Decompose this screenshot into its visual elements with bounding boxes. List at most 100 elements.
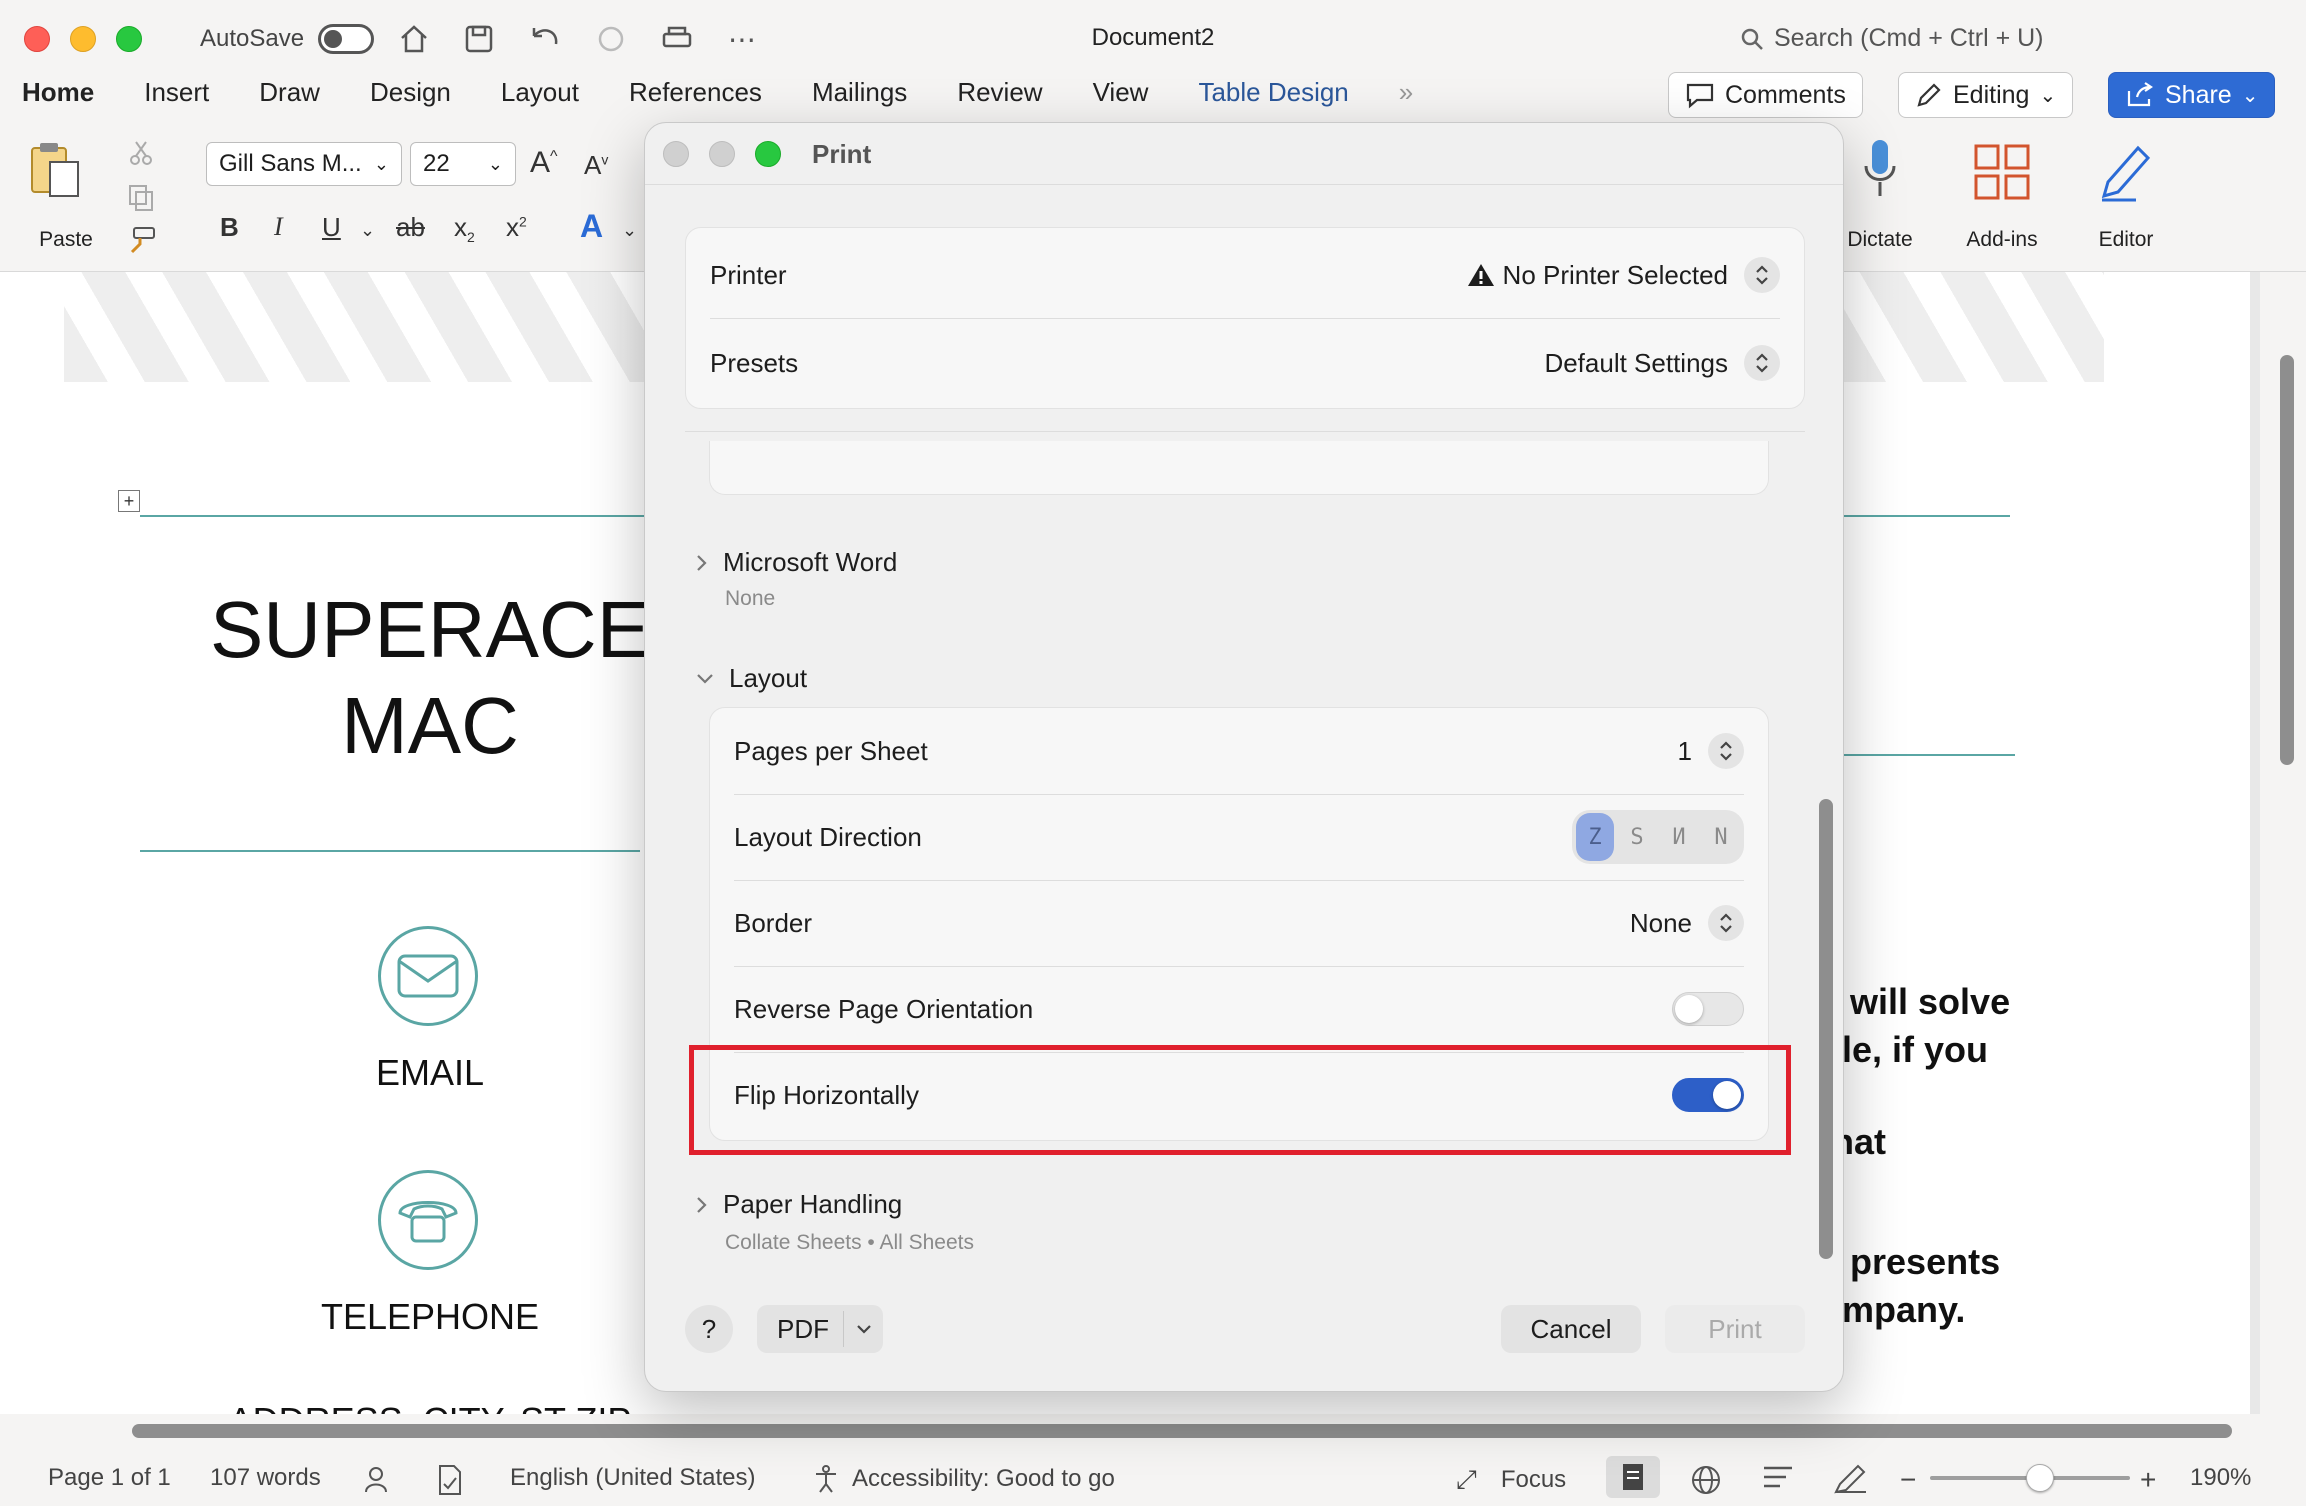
dialog-minimize-button[interactable]	[709, 141, 735, 167]
chevron-right-icon	[697, 554, 707, 571]
reverse-page-orientation-row: Reverse Page Orientation	[710, 966, 1768, 1052]
tab-insert[interactable]: Insert	[144, 74, 233, 118]
layout-direction-option-n-reversed[interactable]: N	[1660, 813, 1698, 861]
search-box[interactable]: Search (Cmd + Ctrl + U)	[1740, 24, 2044, 53]
strikethrough-icon[interactable]: ab	[396, 212, 425, 243]
tab-layout[interactable]: Layout	[501, 74, 603, 118]
layout-section-label: Layout	[729, 663, 808, 693]
comments-button[interactable]: Comments	[1668, 72, 1863, 118]
presets-row[interactable]: Presets Default Settings	[686, 320, 1804, 406]
bold-icon[interactable]: B	[220, 212, 239, 243]
zoom-out-button[interactable]: −	[1900, 1464, 1916, 1496]
zoom-in-button[interactable]: +	[2140, 1464, 2156, 1496]
printer-row[interactable]: Printer No Printer Selected	[686, 232, 1804, 318]
printer-settings-card: Printer No Printer Selected Presets Defa…	[685, 227, 1805, 409]
print-button[interactable]: Print	[1665, 1305, 1805, 1353]
subscript-icon[interactable]: x2	[454, 212, 475, 245]
print-layout-view-icon[interactable]	[1606, 1456, 1660, 1498]
chevron-down-icon[interactable]: ⌄	[360, 220, 375, 241]
border-value: None	[1629, 907, 1692, 938]
editing-mode-button[interactable]: Editing ⌄	[1898, 72, 2074, 118]
layout-direction-option-s[interactable]: S	[1618, 813, 1656, 861]
pages-per-sheet-stepper-icon[interactable]	[1708, 733, 1744, 769]
comments-label: Comments	[1725, 80, 1846, 109]
superscript-icon[interactable]: x2	[506, 212, 527, 243]
paper-handling-sub: Collate Sheets • All Sheets	[725, 1231, 974, 1254]
word-count[interactable]: 107 words	[210, 1464, 321, 1492]
tab-references[interactable]: References	[629, 74, 786, 118]
microphone-icon	[1864, 140, 1896, 196]
pdf-menu-button[interactable]: PDF	[757, 1305, 883, 1353]
font-name-select[interactable]: Gill Sans M... ⌄	[206, 142, 402, 186]
language-status[interactable]: English (United States)	[510, 1464, 755, 1492]
presets-stepper-icon[interactable]	[1744, 345, 1780, 381]
tab-draw[interactable]: Draw	[259, 74, 344, 118]
document-horizontal-scrollbar[interactable]	[132, 1424, 2232, 1438]
underline-icon[interactable]: U	[322, 212, 341, 243]
paper-handling-section-toggle[interactable]: Paper Handling	[695, 1189, 902, 1220]
proofing-icon[interactable]	[434, 1464, 464, 1496]
share-button[interactable]: Share ⌄	[2108, 72, 2276, 118]
pencil-icon	[1917, 83, 1941, 107]
italic-icon[interactable]: I	[274, 212, 283, 242]
presets-value: Default Settings	[1544, 347, 1728, 378]
chevron-down-icon: ⌄	[2039, 84, 2057, 107]
dialog-scrollbar[interactable]	[1819, 799, 1833, 1259]
body-text-fragment: y presents	[1820, 1241, 2001, 1282]
accessibility-label: Accessibility: Good to go	[852, 1465, 1115, 1492]
increase-font-size-icon[interactable]: A^	[530, 146, 558, 180]
web-layout-view-icon[interactable]	[1690, 1464, 1722, 1496]
copy-icon[interactable]	[126, 182, 156, 212]
font-size-select[interactable]: 22 ⌄	[410, 142, 516, 186]
dialog-zoom-button[interactable]	[755, 141, 781, 167]
reverse-page-orientation-label: Reverse Page Orientation	[734, 993, 1034, 1024]
editor-button[interactable]: Editor	[2086, 138, 2166, 258]
dictate-button[interactable]: Dictate	[1840, 138, 1920, 258]
zoom-slider-thumb[interactable]	[2026, 1464, 2054, 1492]
tab-mailings[interactable]: Mailings	[812, 74, 931, 118]
zoom-level[interactable]: 190%	[2190, 1464, 2251, 1492]
border-stepper-icon[interactable]	[1708, 905, 1744, 941]
chevron-down-icon: ⌄	[487, 153, 503, 174]
help-button[interactable]: ?	[685, 1305, 733, 1353]
dialog-close-button[interactable]	[663, 141, 689, 167]
border-row[interactable]: Border None	[710, 880, 1768, 966]
draft-view-icon[interactable]	[1834, 1464, 1868, 1494]
table-move-handle-icon[interactable]: +	[118, 490, 140, 512]
tab-review[interactable]: Review	[957, 74, 1066, 118]
format-painter-icon[interactable]	[126, 224, 158, 256]
decrease-font-size-icon[interactable]: Av	[584, 150, 608, 181]
reverse-page-orientation-toggle[interactable]	[1672, 992, 1744, 1026]
layout-direction-row: Layout Direction Z S N N	[710, 794, 1768, 880]
paste-button[interactable]: Paste	[26, 140, 106, 251]
add-ins-button[interactable]: Add-ins	[1962, 138, 2042, 258]
tab-design[interactable]: Design	[370, 74, 475, 118]
focus-button[interactable]: ⤢ Focus	[1456, 1464, 1566, 1496]
layout-direction-option-n[interactable]: N	[1702, 813, 1740, 861]
text-effects-icon[interactable]: A	[580, 208, 603, 245]
cut-icon[interactable]	[126, 138, 156, 168]
pages-per-sheet-row[interactable]: Pages per Sheet 1	[710, 708, 1768, 794]
chevron-down-icon[interactable]: ⌄	[622, 220, 637, 241]
email-label: EMAIL	[375, 1052, 485, 1093]
layout-direction-option-z[interactable]: Z	[1576, 813, 1614, 861]
microsoft-word-sub: None	[725, 587, 776, 610]
page-count[interactable]: Page 1 of 1	[48, 1464, 171, 1492]
pdf-label: PDF	[777, 1313, 829, 1344]
search-icon	[1741, 28, 1763, 50]
outline-view-icon[interactable]	[1762, 1464, 1794, 1490]
track-changes-icon[interactable]	[364, 1464, 398, 1494]
tabs-overflow-icon[interactable]: »	[1399, 74, 1437, 118]
printer-stepper-icon[interactable]	[1744, 257, 1780, 293]
status-bar: Page 1 of 1 107 words English (United St…	[0, 1448, 2306, 1506]
cancel-button[interactable]: Cancel	[1501, 1305, 1641, 1353]
chevron-right-icon	[697, 1196, 707, 1213]
document-vertical-scrollbar[interactable]	[2280, 355, 2294, 765]
microsoft-word-section-toggle[interactable]: Microsoft Word	[695, 547, 897, 578]
company-name-line2: MAC	[341, 681, 519, 770]
layout-section-toggle[interactable]: Layout	[695, 663, 807, 694]
tab-table-design[interactable]: Table Design	[1198, 74, 1372, 118]
accessibility-status[interactable]: Accessibility: Good to go	[812, 1464, 1115, 1494]
tab-home[interactable]: Home	[22, 74, 118, 124]
tab-view[interactable]: View	[1093, 74, 1173, 118]
